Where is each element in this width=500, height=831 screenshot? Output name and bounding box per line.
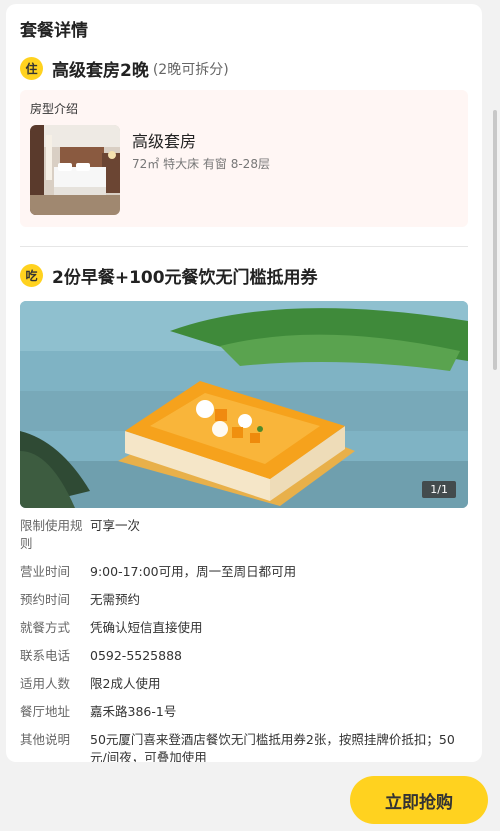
package-details-card: 套餐详情 住 高级套房2晚 (2晚可拆分) 房型介绍 高级套房 72㎡ 特大床 … xyxy=(6,4,482,762)
info-row: 营业时间 9:00-17:00可用，周一至周日都可用 xyxy=(20,563,468,581)
buy-now-button[interactable]: 立即抢购 xyxy=(350,776,488,824)
info-row: 餐厅地址 嘉禾路386-1号 xyxy=(20,703,468,721)
food-item-name: 2份早餐+100元餐饮无门槛抵用券 xyxy=(52,268,318,288)
divider xyxy=(20,246,468,247)
info-row: 联系电话 0592-5525888 xyxy=(20,647,468,665)
info-key: 限制使用规则 xyxy=(20,518,83,551)
info-value: 可享一次 xyxy=(90,518,141,533)
room-item-note: (2晚可拆分) xyxy=(152,61,229,78)
info-row: 限制使用规则 可享一次 xyxy=(20,517,468,553)
room-photo-image xyxy=(30,125,120,215)
room-type-name: 高级套房 xyxy=(132,132,197,151)
info-row: 预约时间 无需预约 xyxy=(20,591,468,609)
room-photo[interactable] xyxy=(30,125,120,215)
phone-number[interactable]: 0592-5525888 xyxy=(90,647,468,665)
section-title: 套餐详情 xyxy=(20,21,88,41)
room-type-box[interactable]: 房型介绍 高级套房 72㎡ 特大床 有窗 8-28层 xyxy=(20,90,468,227)
info-value: 50元厦门喜来登酒店餐饮无门槛抵用券2张，按照挂牌价抵扣；50元/间夜，可叠加使… xyxy=(90,732,455,762)
info-key: 营业时间 xyxy=(20,564,71,579)
info-key: 适用人数 xyxy=(20,676,71,691)
stay-badge: 住 xyxy=(20,57,43,80)
info-key: 预约时间 xyxy=(20,592,71,607)
room-type-label: 房型介绍 xyxy=(30,102,79,116)
cake-photo-image xyxy=(20,301,468,508)
scrollbar[interactable] xyxy=(493,110,497,370)
info-value: 9:00-17:00可用，周一至周日都可用 xyxy=(90,564,297,579)
info-key: 餐厅地址 xyxy=(20,704,71,719)
food-item-title: 吃 2份早餐+100元餐饮无门槛抵用券 xyxy=(20,263,318,288)
eat-badge: 吃 xyxy=(20,264,43,287)
room-type-meta: 72㎡ 特大床 有窗 8-28层 xyxy=(132,157,270,171)
info-value: 无需预约 xyxy=(90,592,141,607)
photo-counter: 1/1 xyxy=(422,481,456,498)
food-photo[interactable]: 1/1 xyxy=(20,301,468,508)
info-key: 其他说明 xyxy=(20,732,71,747)
info-value: 限2成人使用 xyxy=(90,676,161,691)
info-key: 联系电话 xyxy=(20,648,71,663)
restaurant-address[interactable]: 嘉禾路386-1号 xyxy=(90,703,468,721)
info-value: 凭确认短信直接使用 xyxy=(90,620,203,635)
room-item-title: 住 高级套房2晚 (2晚可拆分) xyxy=(20,56,229,81)
room-item-name: 高级套房2晚 xyxy=(52,61,149,81)
info-key: 就餐方式 xyxy=(20,620,71,635)
usage-info-list: 限制使用规则 可享一次 营业时间 9:00-17:00可用，周一至周日都可用 预… xyxy=(20,517,468,762)
info-row: 其他说明 50元厦门喜来登酒店餐饮无门槛抵用券2张，按照挂牌价抵扣；50元/间夜… xyxy=(20,731,468,762)
info-row: 就餐方式 凭确认短信直接使用 xyxy=(20,619,468,637)
info-row: 适用人数 限2成人使用 xyxy=(20,675,468,693)
